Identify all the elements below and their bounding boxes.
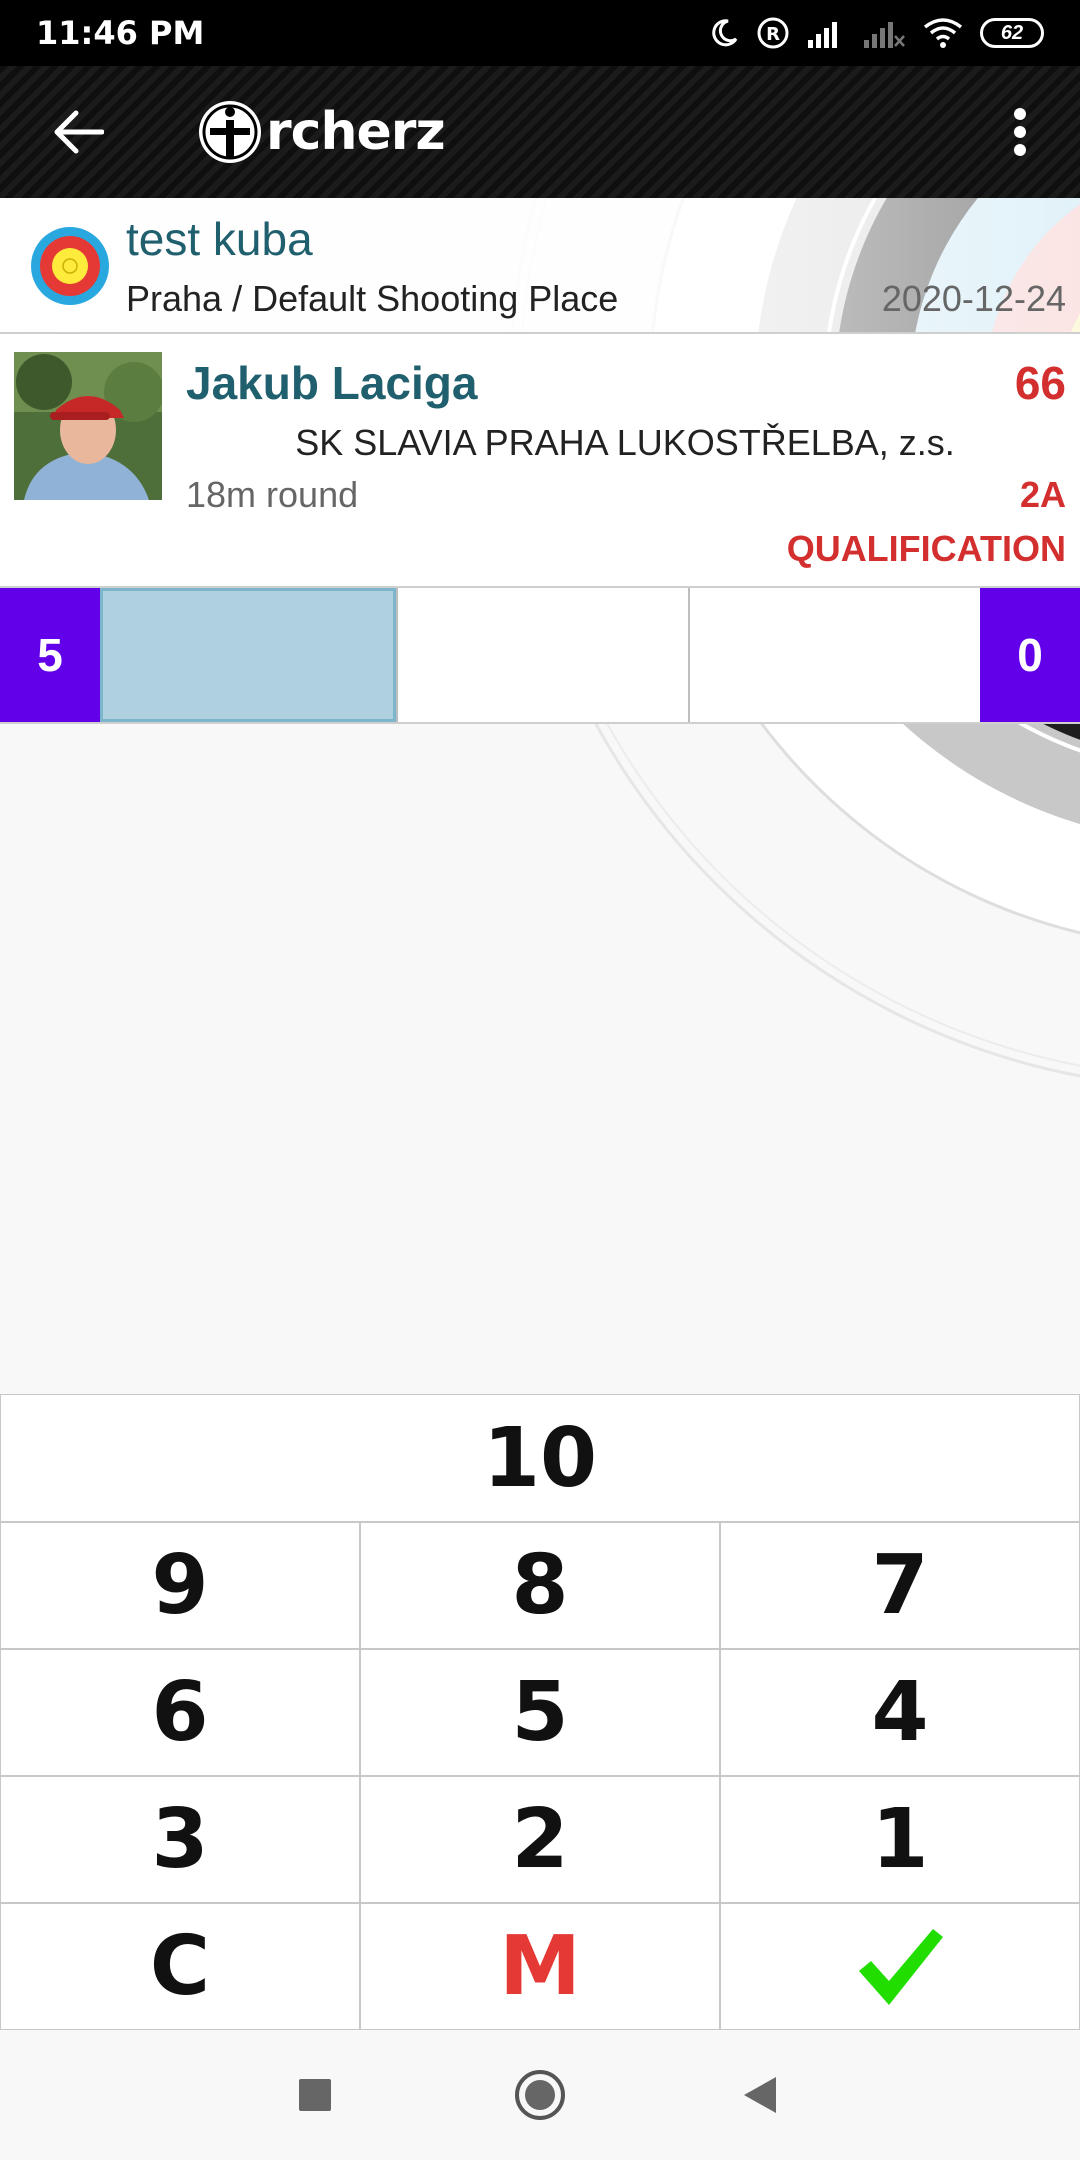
back-button[interactable] bbox=[40, 94, 116, 170]
clear-button[interactable]: C bbox=[0, 1903, 360, 2030]
target-icon bbox=[31, 227, 109, 305]
svg-text:R: R bbox=[766, 24, 780, 45]
archer-total-score: 66 bbox=[1014, 357, 1066, 409]
archer-card: Jakub Laciga 66 SK SLAVIA PRAHA LUKOSTŘE… bbox=[0, 334, 1080, 588]
archer-phase: QUALIFICATION bbox=[786, 528, 1066, 569]
confirm-button[interactable] bbox=[720, 1903, 1080, 2030]
event-card[interactable]: test kuba Praha / Default Shooting Place… bbox=[0, 198, 1080, 334]
archer-logo-icon bbox=[199, 101, 261, 163]
app-logo: rcherz bbox=[196, 98, 446, 166]
arrow-slot-2[interactable] bbox=[396, 588, 688, 722]
key-6[interactable]: 6 bbox=[0, 1649, 360, 1776]
app-bar: rcherz bbox=[0, 66, 1080, 198]
system-nav-bar bbox=[0, 2030, 1080, 2160]
archer-name: Jakub Laciga bbox=[186, 357, 478, 409]
key-9[interactable]: 9 bbox=[0, 1522, 360, 1649]
arrow-back-icon bbox=[54, 110, 104, 154]
key-5[interactable]: 5 bbox=[360, 1649, 720, 1776]
arrow-slot-3[interactable] bbox=[688, 588, 980, 722]
key-3[interactable]: 3 bbox=[0, 1776, 360, 1903]
checkmark-icon bbox=[859, 1928, 943, 2005]
key-4[interactable]: 4 bbox=[720, 1649, 1080, 1776]
recents-button[interactable] bbox=[280, 2060, 350, 2130]
end-total-badge: 0 bbox=[980, 588, 1080, 722]
miss-button[interactable]: M bbox=[360, 1903, 720, 2030]
more-vert-icon bbox=[1014, 108, 1026, 156]
event-date: 2020-12-24 bbox=[881, 278, 1066, 319]
key-7[interactable]: 7 bbox=[720, 1522, 1080, 1649]
battery-indicator: 62 bbox=[980, 18, 1044, 48]
signal-icon bbox=[808, 22, 837, 48]
end-number-badge: 5 bbox=[0, 588, 100, 722]
archer-club: SK SLAVIA PRAHA LUKOSTŘELBA, z.s. bbox=[295, 422, 955, 463]
event-place: Praha / Default Shooting Place bbox=[126, 278, 619, 319]
key-10[interactable]: 10 bbox=[0, 1394, 1080, 1522]
key-8[interactable]: 8 bbox=[360, 1522, 720, 1649]
key-1[interactable]: 1 bbox=[720, 1776, 1080, 1903]
home-circle-icon bbox=[515, 2070, 565, 2120]
archer-target-assignment: 2A bbox=[1019, 474, 1066, 515]
home-button[interactable] bbox=[505, 2060, 575, 2130]
signal-weak-icon bbox=[864, 22, 905, 48]
wifi-icon bbox=[923, 18, 963, 48]
logo-text: rcherz bbox=[266, 102, 446, 162]
square-icon bbox=[299, 2079, 331, 2111]
registered-icon: R bbox=[757, 17, 789, 49]
key-2[interactable]: 2 bbox=[360, 1776, 720, 1903]
event-title: test kuba bbox=[126, 213, 313, 265]
back-nav-button[interactable] bbox=[725, 2060, 795, 2130]
overflow-menu-button[interactable] bbox=[990, 96, 1050, 168]
end-score-row: 5 0 bbox=[0, 588, 1080, 724]
status-bar: 11:46 PM R 62 bbox=[0, 0, 1080, 66]
status-time: 11:46 PM bbox=[36, 14, 205, 52]
moon-icon bbox=[712, 19, 738, 47]
archer-round: 18m round bbox=[186, 474, 359, 515]
triangle-back-icon bbox=[744, 2077, 776, 2113]
status-icons: R 62 bbox=[708, 16, 1044, 50]
arrow-slot-1[interactable] bbox=[100, 588, 396, 722]
